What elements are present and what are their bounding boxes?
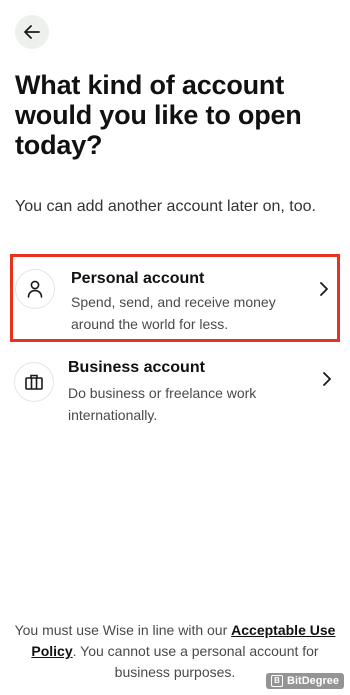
bitdegree-logo-icon: B bbox=[271, 675, 284, 687]
personal-account-description: Spend, send, and receive money around th… bbox=[71, 294, 276, 332]
personal-account-option[interactable]: Personal account Spend, send, and receiv… bbox=[10, 254, 340, 342]
footer-text-before: You must use Wise in line with our bbox=[14, 622, 232, 638]
watermark: B BitDegree bbox=[266, 673, 344, 689]
page-title: What kind of account would you like to o… bbox=[15, 70, 302, 160]
arrow-left-icon bbox=[24, 25, 40, 39]
person-icon bbox=[15, 269, 55, 309]
page-subtitle: You can add another account later on, to… bbox=[15, 198, 316, 215]
business-account-description: Do business or freelance work internatio… bbox=[68, 385, 257, 423]
back-button[interactable] bbox=[15, 15, 49, 49]
briefcase-icon bbox=[14, 362, 54, 402]
chevron-right-icon bbox=[320, 282, 328, 296]
business-account-option[interactable]: Business account Do business or freelanc… bbox=[10, 352, 340, 428]
watermark-text: BitDegree bbox=[287, 675, 339, 687]
personal-account-title: Personal account bbox=[71, 270, 205, 287]
chevron-right-icon bbox=[323, 372, 331, 386]
business-account-title: Business account bbox=[68, 359, 205, 376]
